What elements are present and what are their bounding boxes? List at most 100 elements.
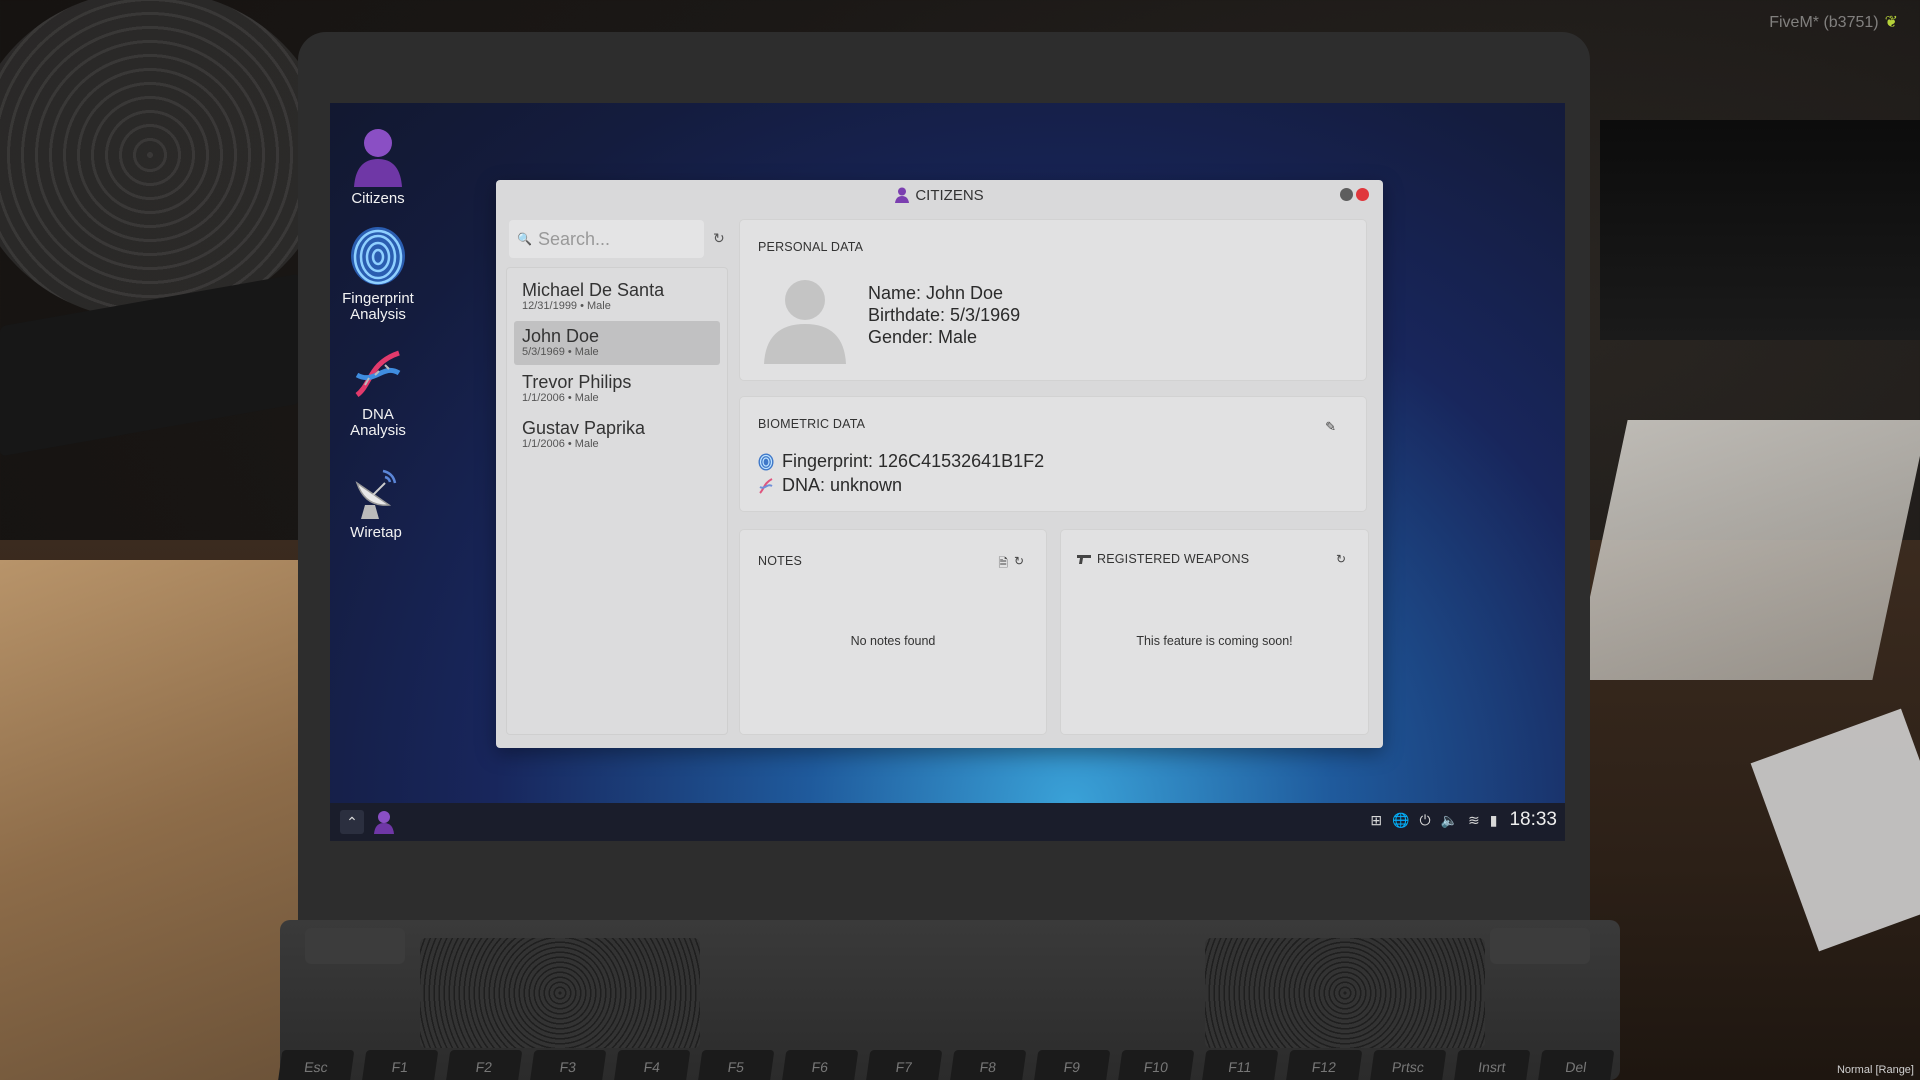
citizen-name: Michael De Santa — [522, 280, 665, 300]
desktop-icon-label: Wiretap — [350, 524, 402, 541]
card-title: BIOMETRIC DATA — [758, 417, 866, 431]
desktop-icon-dna-analysis[interactable]: DNA Analysis — [330, 345, 426, 439]
card-title: REGISTERED WEAPONS — [1097, 552, 1250, 566]
window-controls — [1340, 188, 1369, 201]
background-monitor — [1600, 120, 1920, 340]
window-titlebar: CITIZENS — [496, 180, 1383, 210]
fkey: Prtsc — [1369, 1050, 1447, 1080]
citizen-name: Gustav Paprika — [522, 418, 646, 438]
personal-data-card: PERSONAL DATA Name: John Doe Birthdate: … — [740, 220, 1366, 380]
background-fan — [0, 0, 330, 320]
globe-icon[interactable]: 🌐 — [1392, 812, 1409, 829]
fkey: F7 — [865, 1050, 943, 1080]
system-tray: ⊞ 🌐 ⏻ 🔈 ≋ ▮ 18:33 — [1370, 809, 1557, 831]
search-box: 🔍 — [509, 220, 704, 258]
taskbar-clock: 18:33 — [1509, 809, 1557, 830]
fkey: F12 — [1285, 1050, 1363, 1080]
refresh-icon[interactable]: ↻ — [713, 230, 725, 247]
card-title: PERSONAL DATA — [758, 240, 864, 254]
voice-range-label: Normal [Range] — [1836, 1064, 1914, 1076]
citizen-name: John Doe — [522, 326, 600, 346]
desktop-icon-fingerprint-analysis[interactable]: Fingerprint Analysis — [330, 225, 426, 323]
dna-icon — [355, 350, 401, 398]
volume-icon[interactable]: 🔈 — [1441, 812, 1458, 829]
desktop-icon-wiretap[interactable]: Wiretap — [330, 465, 424, 541]
laptop-speaker — [1205, 938, 1485, 1048]
citizen-meta: 1/1/2006 • Male — [522, 438, 599, 450]
citizen-meta: 5/3/1969 • Male — [522, 346, 599, 358]
fingerprint-row: Fingerprint: 126C41532641B1F2 — [758, 451, 1044, 472]
taskbar-citizens-app-icon[interactable] — [374, 810, 394, 834]
fingerprint-value: Fingerprint: 126C41532641B1F2 — [782, 451, 1045, 471]
wifi-icon[interactable]: ≋ — [1468, 812, 1480, 829]
fingerprint-icon — [351, 227, 405, 285]
leaf-icon: ❦ — [1884, 14, 1898, 31]
avatar-placeholder-icon — [764, 280, 846, 364]
fivem-build-label: FiveM* (b3751) ❦ — [1769, 12, 1898, 32]
person-icon — [895, 187, 910, 203]
fkey: F10 — [1117, 1050, 1195, 1080]
fkey: F11 — [1201, 1050, 1279, 1080]
citizens-window: CITIZENS 🔍 ↻ Michael De Santa 12/31/1999… — [496, 180, 1383, 748]
citizen-list: Michael De Santa 12/31/1999 • Male John … — [506, 267, 728, 735]
fkey: F2 — [445, 1050, 523, 1080]
person-icon — [354, 129, 402, 187]
biometric-data-card: BIOMETRIC DATA ✎ Fingerprint: 126C415326… — [740, 397, 1366, 511]
background-keyboard — [0, 273, 300, 457]
notes-empty-message: No notes found — [850, 634, 936, 648]
fkey: Insrt — [1453, 1050, 1531, 1080]
refresh-icon[interactable]: ↻ — [1014, 554, 1024, 568]
window-title: CITIZENS — [915, 186, 984, 204]
laptop-function-keys: Esc F1 F2 F3 F4 F5 F6 F7 F8 F9 F10 F11 F… — [260, 1050, 1660, 1080]
citizen-list-item-selected[interactable]: John Doe 5/3/1969 • Male — [514, 321, 720, 365]
weapons-empty-message: This feature is coming soon! — [1136, 634, 1293, 648]
power-icon[interactable]: ⏻ — [1419, 812, 1430, 829]
citizen-name-field: Name: John Doe — [868, 283, 1004, 303]
desktop-icon-citizens[interactable]: Citizens — [330, 123, 426, 207]
search-input[interactable] — [537, 228, 688, 250]
fkey: F9 — [1033, 1050, 1111, 1080]
add-note-icon[interactable]: 🗎 — [998, 554, 1008, 575]
fkey: Esc — [277, 1050, 355, 1080]
personal-info: Name: John Doe Birthdate: 5/3/1969 Gende… — [868, 282, 1020, 348]
refresh-icon[interactable]: ↻ — [1336, 552, 1346, 566]
laptop-hinge — [1490, 928, 1590, 964]
citizen-list-item[interactable]: Gustav Paprika 1/1/2006 • Male — [514, 413, 720, 457]
fkey: F4 — [613, 1050, 691, 1080]
close-button[interactable] — [1356, 188, 1369, 201]
fkey: F8 — [949, 1050, 1027, 1080]
desktop-icon-label: DNA Analysis — [350, 406, 406, 439]
citizen-list-item[interactable]: Trevor Philips 1/1/2006 • Male — [514, 367, 720, 411]
fkey: F6 — [781, 1050, 859, 1080]
desk-papers — [0, 560, 320, 1080]
chevron-up-icon[interactable]: ⌃ — [340, 810, 364, 834]
laptop-hinge — [305, 928, 405, 964]
fkey: F3 — [529, 1050, 607, 1080]
citizen-name: Trevor Philips — [522, 372, 632, 392]
citizen-meta: 1/1/2006 • Male — [522, 392, 599, 404]
laptop-speaker — [420, 938, 700, 1048]
card-title-row: REGISTERED WEAPONS — [1077, 552, 1249, 566]
battery-icon[interactable]: ▮ — [1490, 812, 1498, 829]
card-title: NOTES — [758, 554, 803, 568]
grid-icon[interactable]: ⊞ — [1370, 812, 1382, 829]
desktop-icon-label: Fingerprint Analysis — [342, 290, 414, 323]
citizen-list-item[interactable]: Michael De Santa 12/31/1999 • Male — [514, 275, 720, 319]
desktop-icon-label: Citizens — [351, 190, 405, 207]
fivem-build-text: FiveM* (b3751) — [1769, 14, 1879, 31]
citizen-birthdate-field: Birthdate: 5/3/1969 — [868, 305, 1021, 325]
search-icon: 🔍 — [517, 232, 532, 246]
dna-value: DNA: unknown — [782, 475, 903, 495]
registered-weapons-card: REGISTERED WEAPONS ↻ This feature is com… — [1061, 530, 1368, 734]
dna-row: DNA: unknown — [758, 475, 902, 496]
laptop-screen: Citizens Fingerprint Analysis DNA Analys… — [330, 103, 1565, 841]
fkey: F5 — [697, 1050, 775, 1080]
minimize-button[interactable] — [1340, 188, 1353, 201]
fingerprint-icon — [758, 453, 774, 470]
citizen-meta: 12/31/1999 • Male — [522, 300, 611, 312]
taskbar: ⌃ ⊞ 🌐 ⏻ 🔈 ≋ ▮ 18:33 — [330, 803, 1565, 841]
fkey: F1 — [361, 1050, 439, 1080]
edit-pencil-icon[interactable]: ✎ — [1325, 419, 1336, 435]
citizen-gender-field: Gender: Male — [868, 327, 978, 347]
fkey: Del — [1537, 1050, 1615, 1080]
